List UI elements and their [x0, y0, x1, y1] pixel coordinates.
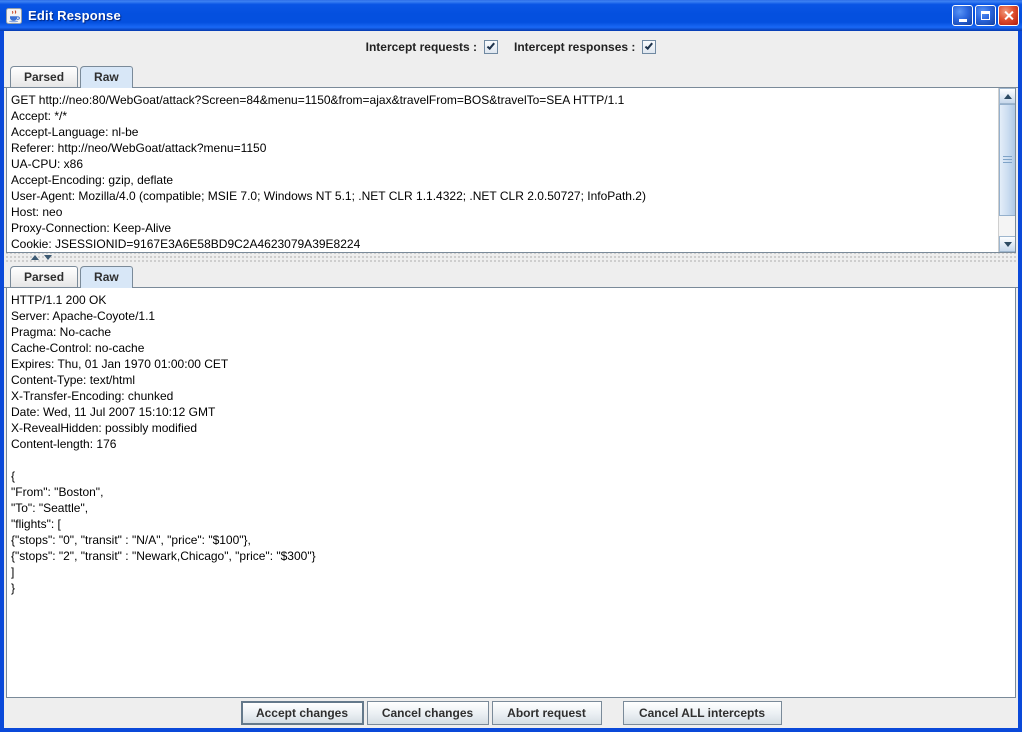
edit-response-window: Edit Response Intercept requests : Inter…	[0, 0, 1022, 732]
intercept-row: Intercept requests : Intercept responses…	[4, 31, 1018, 63]
maximize-button[interactable]	[975, 5, 996, 26]
intercept-requests-checkbox[interactable]	[484, 40, 498, 54]
minimize-button[interactable]	[952, 5, 973, 26]
accept-changes-button[interactable]: Accept changes	[241, 701, 364, 725]
client-area: Intercept requests : Intercept responses…	[4, 31, 1018, 728]
maximize-icon	[981, 11, 990, 20]
tab-response-raw[interactable]: Raw	[80, 266, 133, 288]
arrow-up-icon	[1004, 94, 1012, 99]
grip-icon	[1003, 156, 1012, 164]
collapse-up-icon[interactable]	[31, 255, 39, 260]
response-tabs: Parsed Raw	[4, 262, 1018, 288]
titlebar[interactable]: Edit Response	[0, 0, 1022, 31]
response-raw-text[interactable]: HTTP/1.1 200 OK Server: Apache-Coyote/1.…	[7, 288, 1015, 600]
split-divider[interactable]	[4, 253, 1018, 262]
window-title: Edit Response	[28, 8, 121, 23]
scrollbar-thumb[interactable]	[999, 104, 1016, 216]
button-bar: Accept changes Cancel changes Abort requ…	[4, 698, 1018, 728]
check-icon	[645, 41, 653, 50]
check-icon	[487, 41, 495, 50]
collapse-down-icon[interactable]	[44, 255, 52, 260]
arrow-down-icon	[1004, 242, 1012, 247]
tab-request-raw[interactable]: Raw	[80, 66, 133, 88]
tab-response-parsed[interactable]: Parsed	[10, 266, 78, 287]
cancel-changes-button[interactable]: Cancel changes	[367, 701, 489, 725]
close-button[interactable]	[998, 5, 1019, 26]
intercept-responses-label: Intercept responses :	[514, 40, 635, 54]
abort-request-button[interactable]: Abort request	[492, 701, 602, 725]
intercept-requests-group: Intercept requests :	[366, 40, 498, 54]
request-scrollpane: GET http://neo:80/WebGoat/attack?Screen=…	[6, 88, 1016, 253]
intercept-responses-group: Intercept responses :	[514, 40, 656, 54]
cancel-all-intercepts-button[interactable]: Cancel ALL intercepts	[623, 701, 782, 725]
minimize-icon	[959, 19, 967, 22]
response-scrollpane: HTTP/1.1 200 OK Server: Apache-Coyote/1.…	[6, 288, 1016, 698]
intercept-requests-label: Intercept requests :	[366, 40, 477, 54]
close-icon	[1003, 10, 1014, 21]
window-controls	[952, 5, 1019, 26]
intercept-responses-checkbox[interactable]	[642, 40, 656, 54]
tab-request-parsed[interactable]: Parsed	[10, 66, 78, 87]
request-raw-text[interactable]: GET http://neo:80/WebGoat/attack?Screen=…	[7, 88, 998, 252]
request-vertical-scrollbar[interactable]	[998, 88, 1015, 252]
java-icon	[6, 8, 22, 24]
scroll-up-button[interactable]	[999, 88, 1016, 104]
request-tabs: Parsed Raw	[4, 63, 1018, 88]
scroll-down-button[interactable]	[999, 236, 1016, 252]
